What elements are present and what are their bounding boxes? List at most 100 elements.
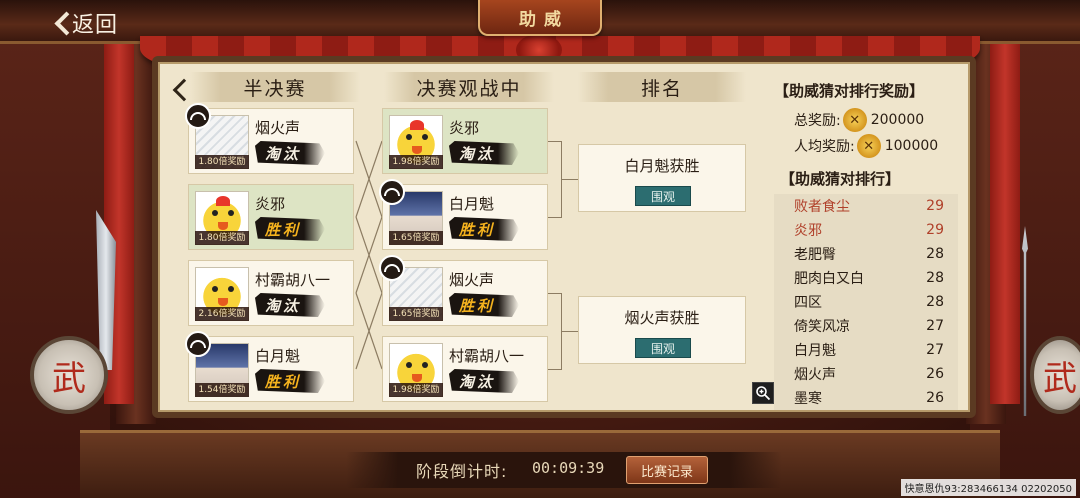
odds-tag: 1.98倍奖励: [389, 155, 443, 169]
player-id-watermark: 快意恩仇93:283466134 02202050: [900, 479, 1076, 496]
semifinal-card-1[interactable]: 1.80倍奖励 烟火声 淘汰: [185, 103, 354, 174]
ranking-header: 排名: [578, 72, 746, 102]
watch-button[interactable]: 围观: [635, 338, 691, 358]
ranking-text: 烟火声获胜: [624, 309, 700, 327]
odds-tag: 1.80倍奖励: [195, 155, 249, 169]
leaderboard-name: 墨寒: [794, 391, 822, 407]
leaderboard-name: 老肥臀: [794, 247, 836, 263]
result-stamp: 胜利: [255, 217, 325, 241]
final-card-1[interactable]: 1.98倍奖励 炎邪 淘汰: [382, 108, 548, 174]
rank-badge-icon: [185, 331, 211, 357]
final-card-2[interactable]: 1.65倍奖励 白月魁 胜利: [379, 179, 548, 250]
leaderboard-name: 四区: [794, 295, 822, 311]
avg-reward-value: 100000: [884, 138, 939, 154]
page-title: 助威: [519, 9, 569, 30]
watch-button[interactable]: 围观: [635, 186, 691, 206]
player-name: 烟火声: [255, 119, 301, 137]
countdown-bar: 阶段倒计时: 00:09:39 比赛记录: [346, 452, 782, 488]
leaderboard-title: 【助威猜对排行】: [780, 170, 901, 188]
coin-icon: ✕: [842, 108, 867, 132]
zoom-in-icon: [756, 386, 771, 401]
leaderboard-row: 烟火声 26: [774, 362, 958, 386]
result-stamp: 淘汰: [255, 293, 325, 317]
leaderboard-score: 28: [926, 246, 944, 262]
leaderboard-score: 26: [926, 390, 944, 406]
page-title-plaque: 助威: [478, 0, 602, 36]
leaderboard-row: 白月魁 27: [774, 338, 958, 362]
left-wall: [0, 30, 110, 498]
back-button[interactable]: 返回: [52, 6, 118, 40]
leaderboard-row: 败者食尘 29: [774, 194, 958, 218]
odds-tag: 1.80倍奖励: [195, 231, 249, 245]
total-reward-value: 200000: [870, 112, 925, 128]
semifinal-card-4[interactable]: 1.54倍奖励 白月魁 胜利: [185, 331, 354, 402]
avg-reward-label: 人均奖励:: [794, 139, 855, 155]
leaderboard-row: 老肥臀 28: [774, 242, 958, 266]
odds-tag: 1.98倍奖励: [389, 383, 443, 397]
final-card-4[interactable]: 1.98倍奖励 村霸胡八一 淘汰: [382, 336, 548, 402]
player-name: 村霸胡八一: [255, 271, 331, 289]
odds-tag: 2.16倍奖励: [195, 307, 249, 321]
rank-badge-icon: [379, 179, 405, 205]
final-card-3[interactable]: 1.65倍奖励 烟火声 胜利: [379, 255, 548, 326]
collapse-arrow-icon[interactable]: [168, 78, 190, 104]
leaderboard-row: 肥肉白又白 28: [774, 266, 958, 290]
rank-badge-icon: [379, 255, 405, 281]
odds-tag: 1.54倍奖励: [195, 383, 249, 397]
leaderboard-row: 四区 28: [774, 290, 958, 314]
final-header: 决赛观战中: [384, 72, 554, 102]
rewards-title: 【助威猜对排行奖励】: [774, 82, 925, 100]
semifinal-card-2[interactable]: 1.80倍奖励 炎邪 胜利: [188, 184, 354, 250]
leaderboard-row: 墨寒 26: [774, 386, 958, 410]
player-name: 炎邪: [449, 119, 480, 137]
leaderboard-score: 28: [926, 294, 944, 310]
drum-left-icon: 武: [30, 336, 108, 414]
semifinal-card-3[interactable]: 2.16倍奖励 村霸胡八一 淘汰: [188, 260, 354, 326]
rank-badge-icon: [185, 103, 211, 129]
bracket-line: [548, 217, 562, 218]
leaderboard-score: 28: [926, 270, 944, 286]
result-stamp: 淘汰: [449, 141, 519, 165]
leaderboard-name: 炎邪: [794, 223, 822, 239]
leaderboard-name: 败者食尘: [794, 199, 850, 215]
result-stamp: 胜利: [255, 369, 325, 393]
leaderboard-row: 倚笑风凉 27: [774, 314, 958, 338]
total-reward-label: 总奖励:: [794, 113, 841, 129]
ranking-text: 白月魁获胜: [624, 157, 700, 175]
player-name: 白月魁: [449, 195, 495, 213]
ranking-result-1: 白月魁获胜 围观: [578, 144, 746, 212]
total-reward-row: 总奖励: ✕ 200000: [794, 108, 924, 132]
ranking-result-2: 烟火声获胜 围观: [578, 296, 746, 364]
avg-reward-row: 人均奖励: ✕ 100000: [794, 134, 938, 158]
result-stamp: 胜利: [449, 217, 519, 241]
zoom-in-button[interactable]: [752, 382, 774, 404]
result-stamp: 淘汰: [449, 369, 519, 393]
countdown-label: 阶段倒计时:: [416, 462, 508, 481]
leaderboard-row: 炎邪 29: [774, 218, 958, 242]
leaderboard-score: 27: [926, 342, 944, 358]
leaderboard-name: 倚笑风凉: [794, 319, 850, 335]
bracket-cross-lines: [355, 140, 383, 370]
board-parchment: 半决赛 决赛观战中 排名 1.80倍奖励 烟火声 淘汰 1.80倍奖励 炎邪 胜…: [158, 62, 970, 412]
match-record-button[interactable]: 比赛记录: [626, 456, 708, 484]
bracket-line: [561, 331, 578, 332]
result-stamp: 胜利: [449, 293, 519, 317]
countdown-value: 00:09:39: [532, 459, 605, 477]
semifinal-header: 半决赛: [190, 72, 360, 102]
player-name: 烟火声: [449, 271, 495, 289]
bracket-line: [548, 369, 562, 370]
leaderboard-list: 败者食尘 29 炎邪 29 老肥臀 28 肥肉白又白 28 四区 28 倚笑风凉…: [774, 194, 958, 410]
chevron-left-icon: [52, 11, 68, 35]
bracket-board: 半决赛 决赛观战中 排名 1.80倍奖励 烟火声 淘汰 1.80倍奖励 炎邪 胜…: [152, 56, 976, 418]
leaderboard-score: 27: [926, 318, 944, 334]
leaderboard-score: 29: [926, 198, 944, 214]
leaderboard-score: 29: [926, 222, 944, 238]
leaderboard-name: 白月魁: [794, 343, 836, 359]
odds-tag: 1.65倍奖励: [389, 307, 443, 321]
bracket-line: [548, 141, 562, 142]
coin-icon: ✕: [856, 134, 881, 158]
player-name: 白月魁: [255, 347, 301, 365]
leaderboard-name: 肥肉白又白: [794, 271, 864, 287]
player-name: 村霸胡八一: [449, 347, 525, 365]
bracket-line: [548, 293, 562, 294]
